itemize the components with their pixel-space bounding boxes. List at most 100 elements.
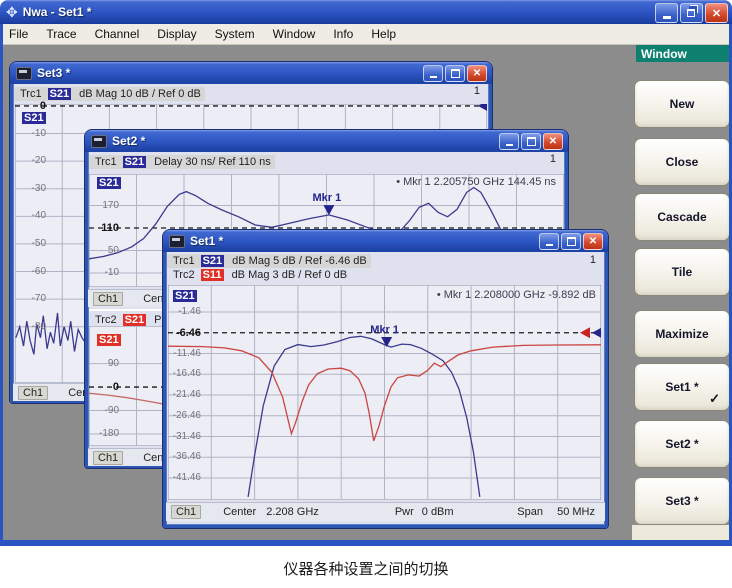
button-tile[interactable]: Tile xyxy=(634,248,730,296)
window-title-set2: Set2 * xyxy=(112,134,145,148)
y-tick-label: 0 xyxy=(87,381,119,393)
span-label: Span xyxy=(517,506,543,518)
trace-header-set1-trc1: Trc1 S21 dB Mag 5 dB / Ref -6.46 dB 1 xyxy=(167,254,604,268)
y-tick-label: -60 xyxy=(14,266,46,277)
window-border-left xyxy=(0,24,3,546)
channel-chip[interactable]: Ch1 xyxy=(18,386,48,400)
trace-format: dB Mag 5 dB / Ref -6.46 dB xyxy=(232,255,367,267)
y-tick-label: -36.46 xyxy=(165,451,201,462)
y-tick-label: -6.46 xyxy=(165,327,201,339)
y-tick-label: 0 xyxy=(14,100,46,112)
maximize-icon[interactable] xyxy=(445,65,465,82)
y-tick-label: -10 xyxy=(14,128,46,139)
y-tick-label: -21.46 xyxy=(165,389,201,400)
y-tick-label: -1.46 xyxy=(165,306,201,317)
y-tick-label: -50 xyxy=(14,238,46,249)
y-tick-label: -31.46 xyxy=(165,431,201,442)
y-tick-label: -70 xyxy=(14,293,46,304)
y-tick-label: -10 xyxy=(89,267,119,278)
titlebar-set1[interactable]: Set1 * ✕ xyxy=(163,230,608,252)
minimize-icon[interactable] xyxy=(655,3,678,23)
channel-number: 1 xyxy=(590,254,596,266)
menu-file[interactable]: File xyxy=(0,25,37,43)
minimize-icon[interactable] xyxy=(539,233,559,250)
y-tick-label: -41.46 xyxy=(165,472,201,483)
center-label: Center xyxy=(223,506,256,518)
window-border-bottom xyxy=(0,540,732,546)
menu-help[interactable]: Help xyxy=(362,25,405,43)
trace-name[interactable]: Trc1 xyxy=(20,88,42,100)
menu-trace[interactable]: Trace xyxy=(37,25,85,43)
span-value: 50 MHz xyxy=(557,506,595,518)
button-cascade[interactable]: Cascade xyxy=(634,193,730,241)
titlebar-set3[interactable]: Set3 * ✕ xyxy=(10,62,492,84)
y-tick-label: -90 xyxy=(87,405,119,416)
menu-channel[interactable]: Channel xyxy=(86,25,149,43)
panel-footer xyxy=(632,525,729,540)
button-close[interactable]: Close xyxy=(634,138,730,186)
trace-name[interactable]: Trc2 xyxy=(173,269,195,281)
window-icon xyxy=(91,135,107,148)
close-icon[interactable]: ✕ xyxy=(543,133,563,150)
button-set2[interactable]: Set2 * xyxy=(634,420,730,468)
button-set3[interactable]: Set3 * xyxy=(634,477,730,525)
y-tick-label: 110 xyxy=(89,222,119,234)
trace-header-set2: Trc1 S21 Delay 30 ns/ Ref 110 ns 1 xyxy=(89,153,564,171)
close-icon[interactable]: ✕ xyxy=(705,3,728,23)
channel-number: 1 xyxy=(474,85,480,97)
y-tick-label: -20 xyxy=(14,155,46,166)
menu-bar: File Trace Channel Display System Window… xyxy=(0,24,732,45)
trace-name[interactable]: Trc2 xyxy=(95,314,117,326)
y-tick-label: -80 xyxy=(14,321,46,332)
s21-badge: S21 xyxy=(201,255,225,267)
menu-display[interactable]: Display xyxy=(148,25,205,43)
button-set1[interactable]: Set1 * ✓ xyxy=(634,363,730,411)
menu-window[interactable]: Window xyxy=(264,25,325,43)
trace-label-badge: S21 xyxy=(22,112,46,124)
y-tick-label: 50 xyxy=(89,245,119,256)
window-title-set1: Set1 * xyxy=(190,234,223,248)
trace-label-badge: S21 xyxy=(173,290,197,302)
minimize-icon[interactable] xyxy=(423,65,443,82)
trace-name[interactable]: Trc1 xyxy=(95,156,117,168)
window-icon xyxy=(169,235,185,248)
pwr-label: Pwr xyxy=(395,506,414,518)
titlebar-set2[interactable]: Set2 * ✕ xyxy=(85,130,568,152)
panel-title: Window xyxy=(636,45,732,62)
button-maximize[interactable]: Maximize xyxy=(634,310,730,358)
menu-system[interactable]: System xyxy=(206,25,264,43)
app-window: ✥ Nwa - Set1 * ✕ File Trace Channel Disp… xyxy=(0,0,732,546)
close-icon[interactable]: ✕ xyxy=(583,233,603,250)
trace-header-set3: Trc1 S21 dB Mag 10 dB / Ref 0 dB 1 xyxy=(14,85,488,103)
s21-badge-red: S21 xyxy=(123,314,147,326)
restore-icon[interactable] xyxy=(680,3,703,23)
menu-info[interactable]: Info xyxy=(324,25,362,43)
window-title-set3: Set3 * xyxy=(37,66,70,80)
window-icon xyxy=(16,67,32,80)
marker-label: Mkr 1 xyxy=(370,324,399,336)
marker-label: Mkr 1 xyxy=(313,192,342,204)
maximize-icon[interactable] xyxy=(521,133,541,150)
channel-chip[interactable]: Ch1 xyxy=(93,292,123,306)
trace-name[interactable]: Trc1 xyxy=(173,255,195,267)
y-tick-label: -40 xyxy=(14,210,46,221)
s21-badge: S21 xyxy=(48,88,72,100)
trace-format: dB Mag 10 dB / Ref 0 dB xyxy=(79,88,201,100)
close-icon[interactable]: ✕ xyxy=(467,65,487,82)
minimize-icon[interactable] xyxy=(499,133,519,150)
maximize-icon[interactable] xyxy=(561,233,581,250)
y-tick-label: -30 xyxy=(14,183,46,194)
button-set1-label: Set1 * xyxy=(665,380,698,394)
channel-number: 1 xyxy=(550,153,556,165)
button-new[interactable]: New xyxy=(634,80,730,128)
channel-chip[interactable]: Ch1 xyxy=(93,451,123,465)
trace-format: Delay 30 ns/ Ref 110 ns xyxy=(154,156,271,168)
center-value: 2.208 GHz xyxy=(266,506,319,518)
app-title: Nwa - Set1 * xyxy=(23,5,92,19)
channel-chip[interactable]: Ch1 xyxy=(171,505,201,519)
app-titlebar[interactable]: ✥ Nwa - Set1 * ✕ xyxy=(0,0,732,24)
trace-header-set1-trc2: Trc2 S11 dB Mag 3 dB / Ref 0 dB xyxy=(167,268,604,282)
marker-readout: • Mkr 1 2.205750 GHz 144.45 ns xyxy=(396,176,556,188)
check-icon: ✓ xyxy=(709,391,720,407)
figure-caption: 仪器各种设置之间的切换 xyxy=(0,558,732,579)
